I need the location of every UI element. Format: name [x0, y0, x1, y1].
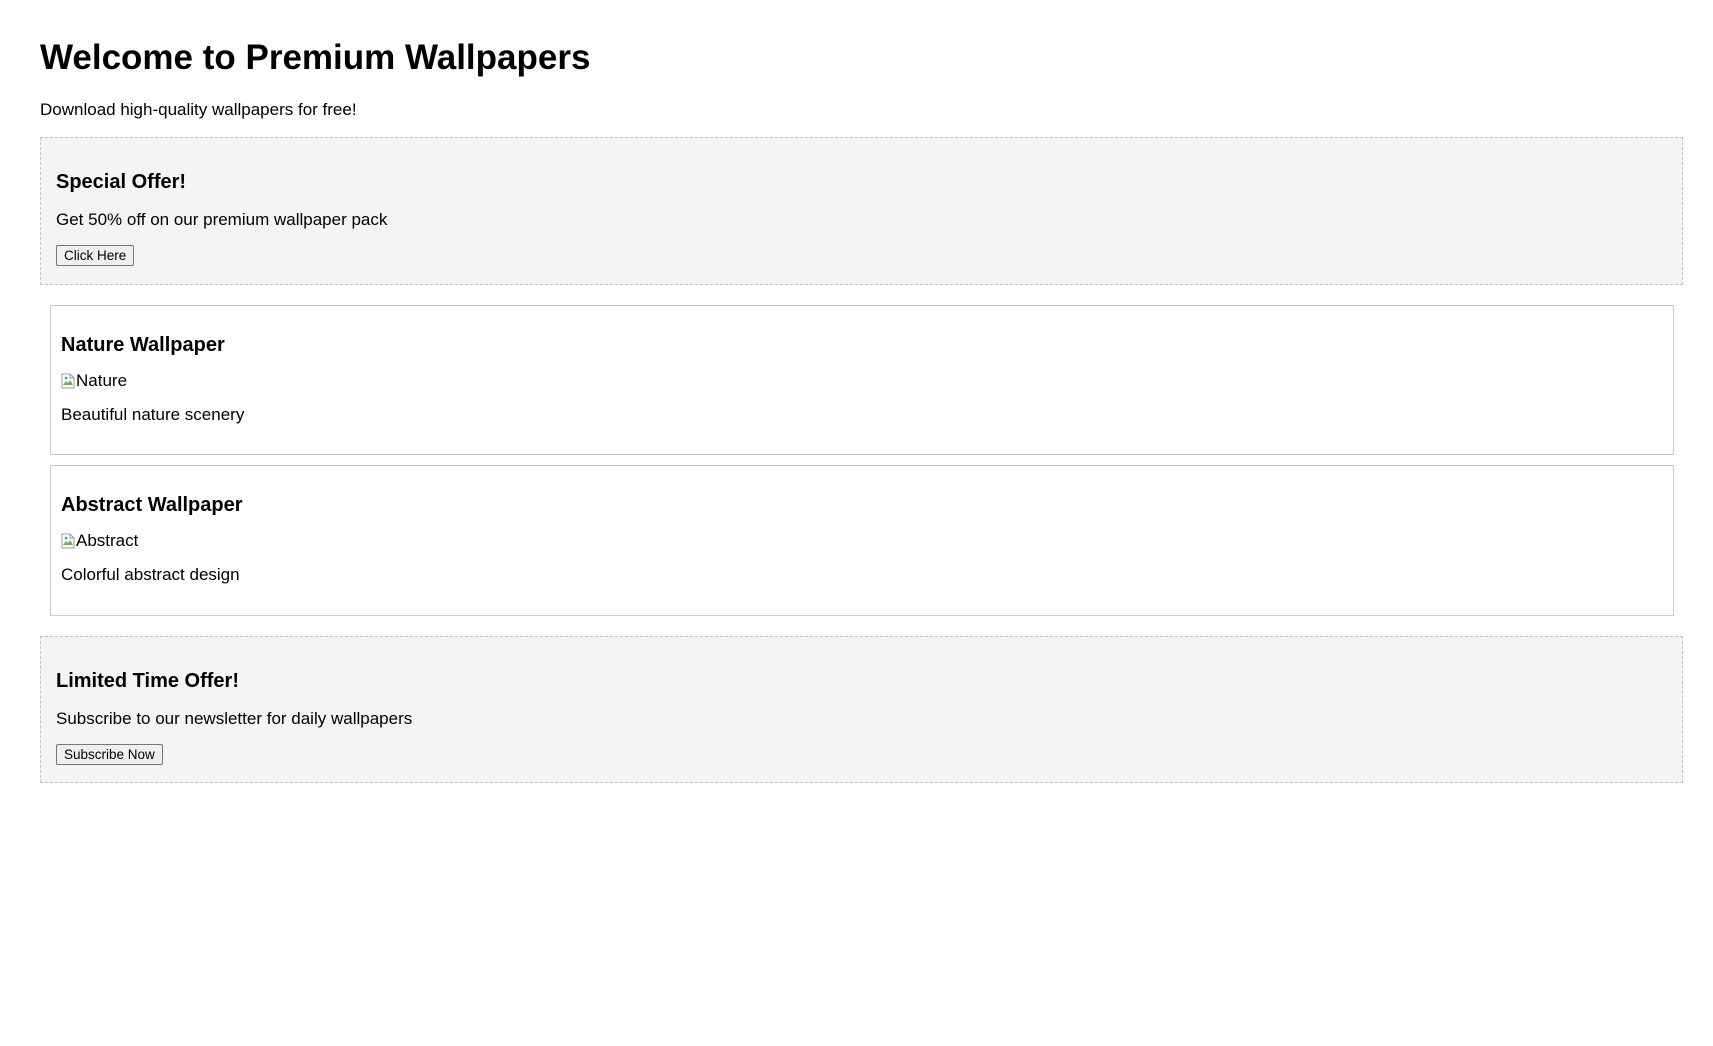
- wallpaper-title: Nature Wallpaper: [61, 334, 225, 356]
- broken-image-icon: [61, 373, 75, 389]
- limited-offer-banner: Limited Time Offer! Subscribe to our new…: [40, 636, 1683, 783]
- page-title: Welcome to Premium Wallpapers: [40, 38, 591, 77]
- wallpaper-card-nature: Nature Wallpaper Nature Beautiful nature…: [50, 305, 1674, 455]
- wallpaper-image-alt: Nature: [76, 371, 128, 390]
- wallpaper-title: Abstract Wallpaper: [61, 494, 243, 516]
- subscribe-now-button[interactable]: Subscribe Now: [56, 744, 163, 765]
- page-content: Welcome to Premium Wallpapers Download h…: [40, 0, 1683, 783]
- wallpaper-card-abstract: Abstract Wallpaper Abstract Colorful abs…: [50, 465, 1674, 616]
- special-offer-text: Get 50% off on our premium wallpaper pac…: [56, 210, 388, 229]
- wallpaper-image-abstract[interactable]: Abstract: [61, 531, 1663, 551]
- special-offer-banner: Special Offer! Get 50% off on our premiu…: [40, 137, 1683, 285]
- limited-offer-heading: Limited Time Offer!: [56, 670, 239, 692]
- wallpaper-image-nature[interactable]: Nature: [61, 371, 1663, 391]
- wallpaper-description: Beautiful nature scenery: [61, 405, 245, 424]
- wallpaper-description: Colorful abstract design: [61, 565, 240, 584]
- click-here-button[interactable]: Click Here: [56, 245, 135, 266]
- wallpaper-image-alt: Abstract: [76, 531, 139, 550]
- broken-image-icon: [61, 533, 75, 549]
- page-subtitle: Download high-quality wallpapers for fre…: [40, 100, 357, 119]
- limited-offer-text: Subscribe to our newsletter for daily wa…: [56, 709, 413, 728]
- special-offer-heading: Special Offer!: [56, 171, 187, 193]
